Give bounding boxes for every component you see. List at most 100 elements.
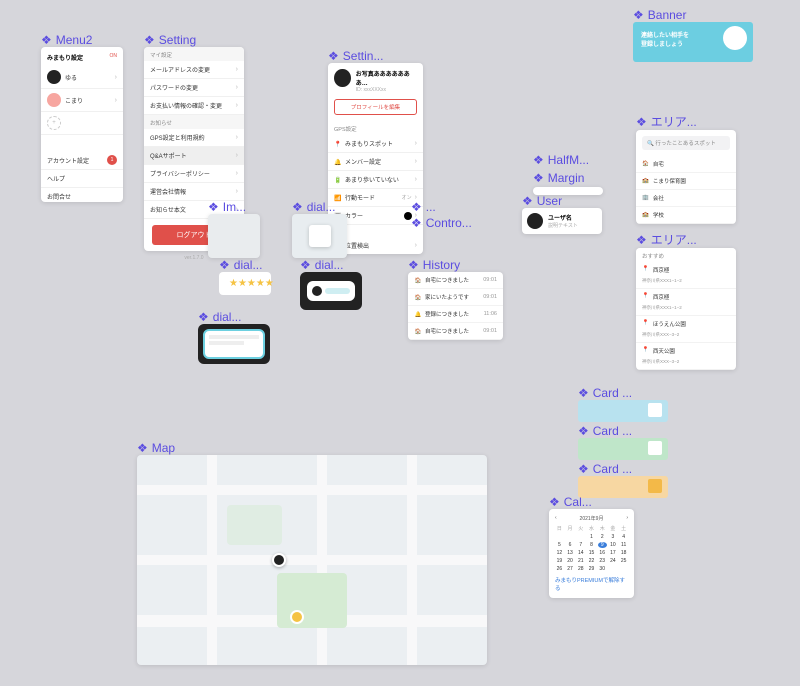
home-icon: 🏠 xyxy=(642,161,649,167)
cal-day[interactable]: 4 xyxy=(619,534,628,540)
area-item[interactable]: 📍西京極神奈川県XXX1−1−2 xyxy=(636,289,736,316)
cal-day[interactable]: 22 xyxy=(587,558,596,564)
chevron-left-icon[interactable]: ‹ xyxy=(555,515,557,522)
add-user[interactable]: + xyxy=(41,112,123,135)
cal-day[interactable]: 20 xyxy=(566,558,575,564)
banner[interactable]: 連絡したい相手を 登録しましょう xyxy=(633,22,753,62)
edit-profile-button[interactable]: プロフィールを編集 xyxy=(334,99,417,115)
cal-day[interactable]: 13 xyxy=(566,550,575,556)
area-item[interactable]: 📍西京極神奈川県XXX1−1−2 xyxy=(636,262,736,289)
cal-day[interactable]: 30 xyxy=(598,566,607,572)
user-sub: 説明テキスト xyxy=(548,222,578,229)
component-icon: ❖ xyxy=(411,217,422,229)
cal-dow: 水 xyxy=(587,525,596,532)
setting-item[interactable]: Q&Aサポート› xyxy=(144,147,244,165)
cal-day[interactable]: 8 xyxy=(587,542,596,548)
gps-item[interactable]: 📍みまもりスポット› xyxy=(328,135,423,153)
chevron-icon: › xyxy=(115,74,117,81)
menu-item[interactable]: お問合せ xyxy=(41,188,123,202)
setting-item[interactable]: お支払い情報の確認・変更› xyxy=(144,97,244,115)
cal-day[interactable]: 25 xyxy=(619,558,628,564)
gps-item[interactable]: 🔔メンバー設定› xyxy=(328,153,423,171)
cal-dow: 日 xyxy=(555,525,564,532)
message-bubble xyxy=(325,288,350,294)
user-card[interactable]: ユーザ名 説明テキスト xyxy=(522,208,602,234)
area-item[interactable]: 🏢会社 xyxy=(636,190,736,207)
map-marker[interactable] xyxy=(290,610,304,624)
cal-day[interactable]: 14 xyxy=(576,550,585,556)
history-row[interactable]: 🔔登録につきました11:06 xyxy=(408,306,503,323)
cal-day[interactable]: 1 xyxy=(587,534,596,540)
user-row[interactable]: ゆる› xyxy=(41,66,123,89)
cal-day[interactable]: 15 xyxy=(587,550,596,556)
chevron-right-icon[interactable]: › xyxy=(626,515,628,522)
area-item[interactable]: 🏠自宅 xyxy=(636,156,736,173)
cal-day[interactable]: 24 xyxy=(609,558,618,564)
setting-item[interactable]: メールアドレスの変更› xyxy=(144,61,244,79)
map[interactable] xyxy=(137,455,487,665)
rating-dialog[interactable]: ★★★★★ xyxy=(219,272,271,295)
cal-day[interactable]: 6 xyxy=(566,542,575,548)
diala-panel xyxy=(292,214,347,258)
map-pin[interactable] xyxy=(272,553,286,567)
cal-day[interactable]: 3 xyxy=(609,534,618,540)
cal-day[interactable]: 17 xyxy=(609,550,618,556)
area-item[interactable]: 🏫こまり保育園 xyxy=(636,173,736,190)
menu-item[interactable]: アカウント設定1 xyxy=(41,151,123,170)
cal-link[interactable]: みまもりPREMIUMで解除する xyxy=(555,576,628,592)
menu2-panel: みまもり設定 ON ゆる› こまり› + アカウント設定1 ヘルプ お問合せ xyxy=(41,47,123,202)
component-icon: ❖ xyxy=(137,442,148,454)
pin-icon: 📍 xyxy=(334,141,342,148)
area-item[interactable]: 📍西天公園神奈川県XXX−3−2 xyxy=(636,343,736,370)
menu-item-label: ヘルプ xyxy=(47,174,65,183)
setting-item[interactable]: パスワードの変更› xyxy=(144,79,244,97)
search-input[interactable]: 🔍 行ったことあるスポット xyxy=(642,136,730,150)
cal-day[interactable]: 26 xyxy=(555,566,564,572)
school-icon: 🏫 xyxy=(642,178,649,184)
gps-item[interactable]: 🔋あまり歩いていない› xyxy=(328,171,423,189)
avatar xyxy=(334,69,351,87)
area1-panel: 🔍 行ったことあるスポット 🏠自宅 🏫こまり保育園 🏢会社 🏫学校 xyxy=(636,130,736,224)
cal-day[interactable]: 23 xyxy=(598,558,607,564)
menu-item[interactable]: ヘルプ xyxy=(41,170,123,188)
card-chip xyxy=(648,441,662,455)
avatar xyxy=(47,93,61,107)
cal-day[interactable]: 9 xyxy=(598,542,607,548)
card-green[interactable] xyxy=(578,438,668,460)
cal-day[interactable]: 7 xyxy=(576,542,585,548)
cal-day[interactable]: 28 xyxy=(576,566,585,572)
calendar[interactable]: ‹ 2021年9月 › 日月火水木金土123456789101112131415… xyxy=(549,509,634,598)
cal-day[interactable]: 19 xyxy=(555,558,564,564)
profile-sub: ID: xxxXXXxx xyxy=(356,87,417,93)
cal-day[interactable]: 21 xyxy=(576,558,585,564)
user-row[interactable]: こまり› xyxy=(41,89,123,112)
plus-icon: + xyxy=(47,116,61,130)
cal-day[interactable]: 29 xyxy=(587,566,596,572)
area-item[interactable]: 📍ほうえん公園神奈川県XXX−3−2 xyxy=(636,316,736,343)
area2-panel: おすすめ 📍西京極神奈川県XXX1−1−2 📍西京極神奈川県XXX1−1−2 📍… xyxy=(636,248,736,370)
component-icon: ❖ xyxy=(411,201,422,213)
card-blue[interactable] xyxy=(578,400,668,422)
cal-day[interactable]: 5 xyxy=(555,542,564,548)
cal-day[interactable]: 10 xyxy=(609,542,618,548)
avatar xyxy=(527,213,543,229)
cal-day[interactable]: 11 xyxy=(619,542,628,548)
history-row[interactable]: 🏠自宅につきました09:01 xyxy=(408,272,503,289)
component-icon: ❖ xyxy=(328,50,339,62)
avatar xyxy=(312,286,322,296)
area-item[interactable]: 🏫学校 xyxy=(636,207,736,224)
component-icon: ❖ xyxy=(578,387,589,399)
cal-day[interactable]: 16 xyxy=(598,550,607,556)
cal-day[interactable]: 2 xyxy=(598,534,607,540)
cal-day[interactable]: 12 xyxy=(555,550,564,556)
cal-day[interactable]: 27 xyxy=(566,566,575,572)
component-icon: ❖ xyxy=(578,425,589,437)
cal-day[interactable]: 18 xyxy=(619,550,628,556)
setting-item[interactable]: GPS設定と利用規約› xyxy=(144,129,244,147)
history-row[interactable]: 🏠家にいたようです09:01 xyxy=(408,289,503,306)
component-icon: ❖ xyxy=(633,9,644,21)
setting-item[interactable]: 運営会社情報› xyxy=(144,183,244,201)
setting-item[interactable]: プライバシーポリシー› xyxy=(144,165,244,183)
component-icon: ❖ xyxy=(144,34,155,46)
history-row[interactable]: 🏠自宅につきました09:01 xyxy=(408,323,503,340)
